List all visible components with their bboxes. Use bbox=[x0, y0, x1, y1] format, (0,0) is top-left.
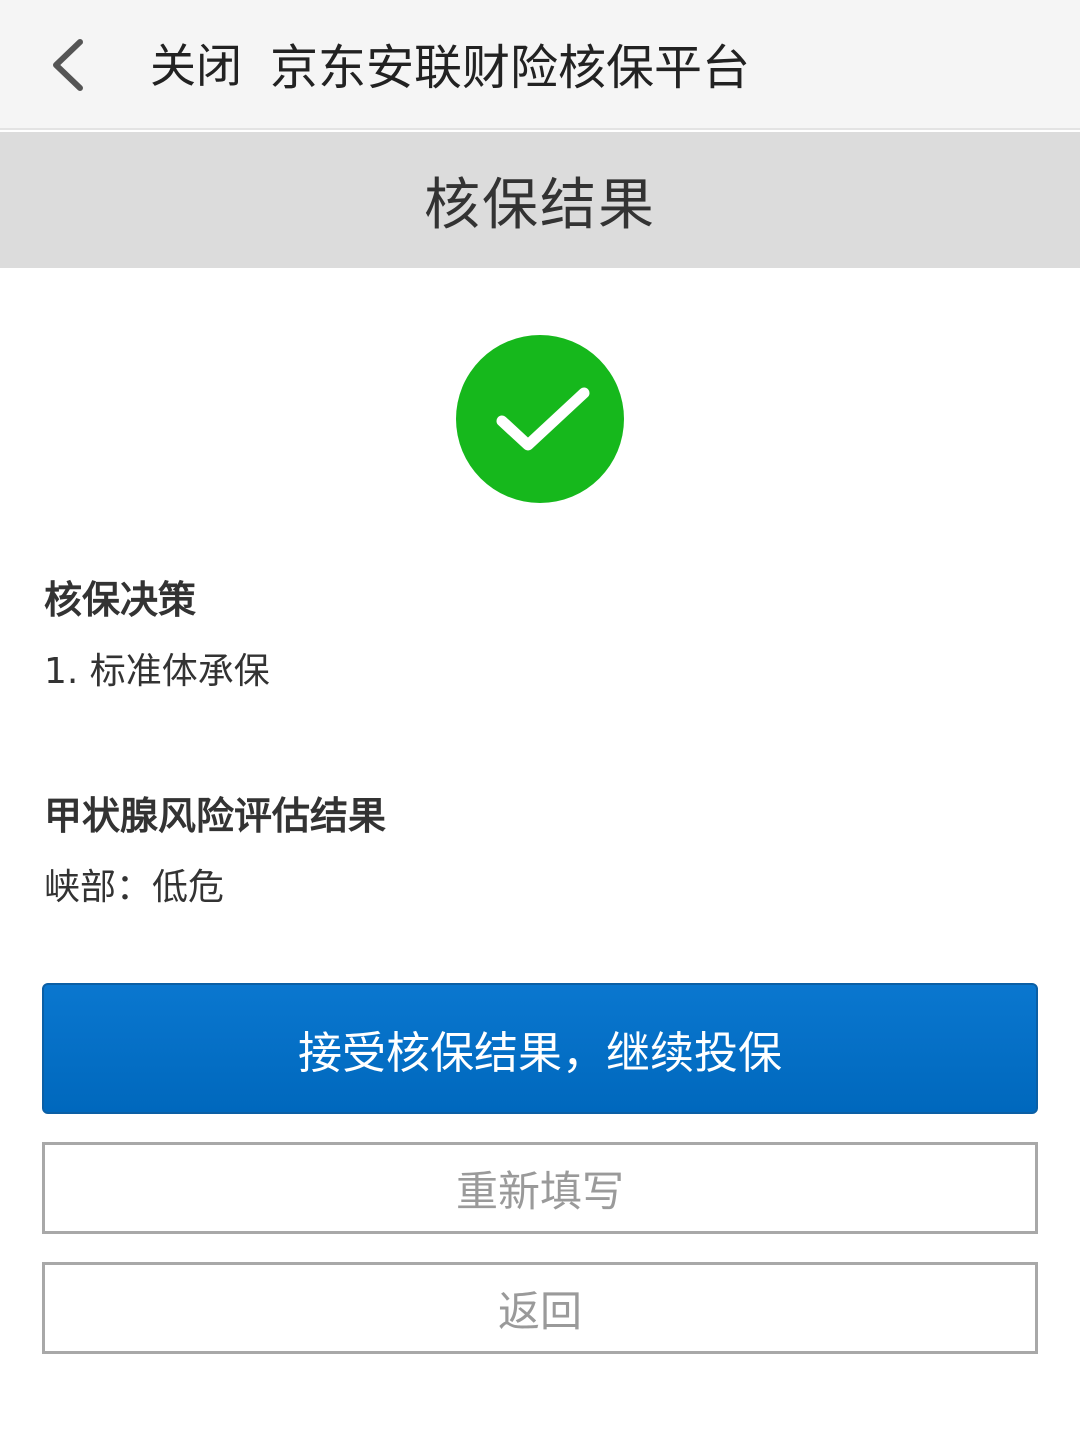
decision-title: 核保决策 bbox=[44, 578, 197, 622]
thyroid-value: 峡部：低危 bbox=[44, 867, 225, 908]
result-header-title: 核保结果 bbox=[424, 172, 656, 238]
decision-item: 1. 标准体承保 bbox=[44, 651, 270, 692]
thyroid-section: 甲状腺风险评估结果 峡部：低危 bbox=[44, 790, 386, 914]
check-circle-icon bbox=[456, 335, 624, 503]
page-title: 京东安联财险核保平台 bbox=[270, 40, 751, 96]
section-header: 核保结果 bbox=[0, 132, 1080, 268]
close-button[interactable]: 关闭 bbox=[150, 36, 242, 96]
decision-section: 核保决策 1. 标准体承保 bbox=[44, 574, 270, 698]
top-navigation-bar: 关闭 京东安联财险核保平台 bbox=[0, 0, 1080, 130]
refill-button[interactable]: 重新填写 bbox=[42, 1142, 1038, 1234]
chevron-left-icon bbox=[53, 39, 83, 91]
back-button[interactable] bbox=[40, 28, 100, 102]
accept-continue-button[interactable]: 接受核保结果，继续投保 bbox=[42, 983, 1038, 1114]
thyroid-title: 甲状腺风险评估结果 bbox=[44, 794, 387, 838]
return-button[interactable]: 返回 bbox=[42, 1262, 1038, 1354]
